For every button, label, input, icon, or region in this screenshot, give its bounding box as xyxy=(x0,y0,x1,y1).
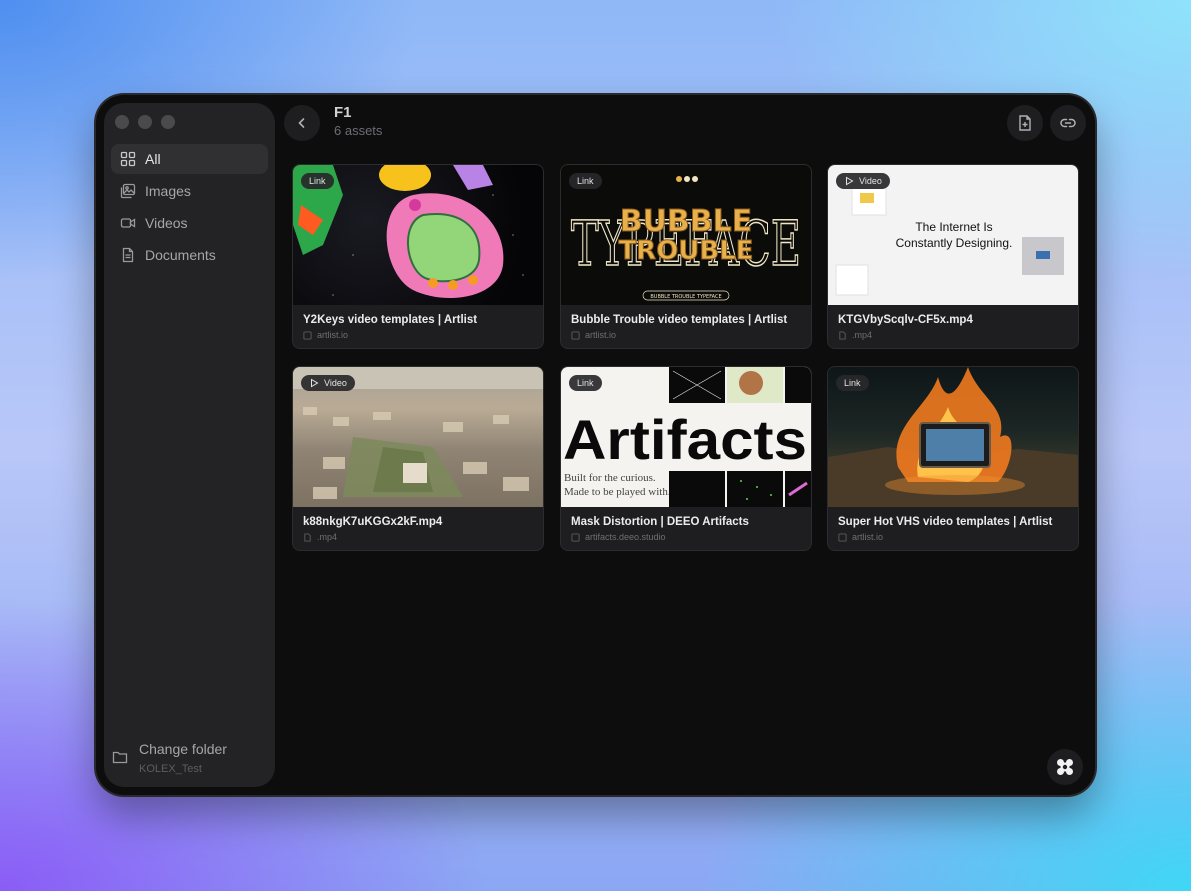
asset-title: Bubble Trouble video templates | Artlist xyxy=(571,314,788,326)
link-source-icon xyxy=(571,330,580,340)
asset-card[interactable]: Link Y2Keys video templates | Artlist ar… xyxy=(292,164,544,349)
svg-text:Artifacts: Artifacts xyxy=(563,408,807,471)
svg-text:TROUBLE: TROUBLE xyxy=(618,236,753,266)
asset-card[interactable]: The Internet Is Constantly Designing. Vi… xyxy=(827,164,1079,349)
file-plus-icon xyxy=(1019,115,1031,131)
svg-text:BUBBLE: BUBBLE xyxy=(620,204,753,239)
add-link-button[interactable] xyxy=(1050,105,1086,141)
link-badge: Link xyxy=(836,375,869,391)
asset-source-label: artifacts.deeo.studio xyxy=(585,532,666,542)
asset-thumbnail: TYPEFACE BUBBLE TROUBLE BUBBLE TROUBLE T… xyxy=(561,165,811,305)
link-source-icon xyxy=(571,532,580,542)
asset-title: KTGVbyScqlv-CF5x.mp4 xyxy=(838,314,973,326)
asset-card[interactable]: TYPEFACE BUBBLE TROUBLE BUBBLE TROUBLE T… xyxy=(560,164,812,349)
svg-text:Made to be played with.: Made to be played with. xyxy=(564,486,671,498)
asset-title: Y2Keys video templates | Artlist xyxy=(303,314,478,326)
file-icon xyxy=(304,532,311,542)
asset-title: k88nkgK7uKGGx2kF.mp4 xyxy=(303,516,443,528)
asset-source: .mp4 xyxy=(838,330,872,340)
asset-count: 6 assets xyxy=(334,123,383,138)
sidebar-item-label: Documents xyxy=(145,247,216,263)
file-icon xyxy=(839,330,846,340)
badge-label: Video xyxy=(324,378,347,388)
svg-text:The Internet Is: The Internet Is xyxy=(915,220,992,234)
sidebar-item-label: Videos xyxy=(145,215,188,231)
asset-source: artlist.io xyxy=(571,330,616,340)
sidebar-item-videos[interactable]: Videos xyxy=(111,208,268,238)
link-source-icon xyxy=(303,330,312,340)
asset-card[interactable]: Video k88nkgK7uKGGx2kF.mp4 .mp4 xyxy=(292,366,544,551)
document-icon xyxy=(122,247,134,263)
svg-text:Constantly Designing.: Constantly Designing. xyxy=(896,236,1013,250)
minimize-window-button[interactable] xyxy=(138,115,152,129)
video-icon xyxy=(120,218,136,228)
sidebar-nav: All Images Videos Documents xyxy=(111,144,268,272)
svg-text:Built for the curious.: Built for the curious. xyxy=(564,472,656,484)
sidebar-item-documents[interactable]: Documents xyxy=(111,240,268,270)
asset-thumbnail: Link xyxy=(828,367,1078,507)
asset-card[interactable]: Link Super Hot VHS video templates | Art… xyxy=(827,366,1079,551)
app-logo-icon xyxy=(1057,759,1073,775)
asset-title: Mask Distortion | DEEO Artifacts xyxy=(571,516,749,528)
asset-thumbnail: The Internet Is Constantly Designing. Vi… xyxy=(828,165,1078,305)
sidebar-item-images[interactable]: Images xyxy=(111,176,268,206)
images-icon xyxy=(120,183,136,199)
sidebar-item-label: Images xyxy=(145,183,191,199)
sidebar-item-all[interactable]: All xyxy=(111,144,268,174)
add-file-button[interactable] xyxy=(1007,105,1043,141)
asset-source-label: artlist.io xyxy=(852,532,884,542)
chevron-left-icon xyxy=(298,118,305,128)
asset-thumbnail: Artifacts Built for the curious. Made to… xyxy=(561,367,811,507)
asset-card[interactable]: Artifacts Built for the curious. Made to… xyxy=(560,366,812,551)
asset-source-label: .mp4 xyxy=(317,532,338,542)
video-badge: Video xyxy=(836,173,890,189)
link-badge: Link xyxy=(569,173,602,189)
app-logo-button[interactable] xyxy=(1047,749,1083,785)
asset-thumbnail: Video xyxy=(293,367,543,507)
asset-source: artlist.io xyxy=(303,330,348,340)
back-button[interactable] xyxy=(284,105,320,141)
play-icon xyxy=(846,176,854,186)
video-badge: Video xyxy=(301,375,355,391)
asset-source-label: .mp4 xyxy=(852,330,873,340)
asset-source: artlist.io xyxy=(838,532,883,542)
link-source-icon xyxy=(838,532,847,542)
badge-label: Video xyxy=(859,176,882,186)
sidebar-item-label: All xyxy=(145,151,161,167)
link-badge: Link xyxy=(301,173,334,189)
link-badge: Link xyxy=(569,375,602,391)
folder-icon xyxy=(112,751,128,764)
asset-source-label: artlist.io xyxy=(317,330,349,340)
sidebar: All Images Videos Documents Change folde… xyxy=(104,103,275,787)
asset-source: artifacts.deeo.studio xyxy=(571,532,666,542)
asset-source-label: artlist.io xyxy=(585,330,617,340)
asset-thumbnail: Link xyxy=(293,165,543,305)
grid-icon xyxy=(120,151,136,167)
svg-text:BUBBLE TROUBLE TYPEFACE: BUBBLE TROUBLE TYPEFACE xyxy=(650,294,721,300)
current-folder-name: KOLEX_Test xyxy=(139,763,202,775)
zoom-window-button[interactable] xyxy=(161,115,175,129)
asset-title: Super Hot VHS video templates | Artlist xyxy=(838,516,1053,528)
window-controls xyxy=(115,115,175,129)
change-folder-button[interactable]: Change folder KOLEX_Test xyxy=(112,740,227,777)
link-icon xyxy=(1060,118,1076,128)
asset-source: .mp4 xyxy=(303,532,337,542)
app-window: All Images Videos Documents Change folde… xyxy=(96,95,1095,795)
play-icon xyxy=(311,378,319,388)
change-folder-label: Change folder xyxy=(139,741,227,757)
page-title: F1 xyxy=(334,104,352,121)
close-window-button[interactable] xyxy=(115,115,129,129)
